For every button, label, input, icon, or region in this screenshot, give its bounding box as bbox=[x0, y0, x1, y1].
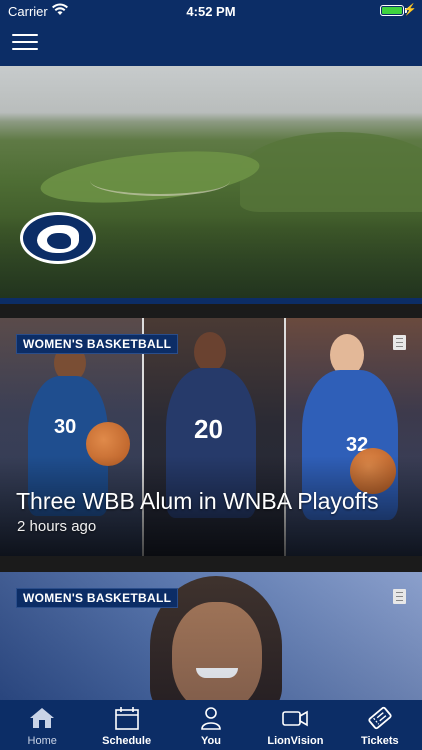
tab-home[interactable]: Home bbox=[0, 700, 84, 750]
tab-you[interactable]: You bbox=[169, 700, 253, 750]
hero-divider bbox=[0, 298, 422, 304]
article-icon bbox=[393, 335, 406, 350]
tab-lionvision[interactable]: LionVision bbox=[253, 700, 337, 750]
news-card[interactable]: WOMEN'S BASKETBALL bbox=[0, 572, 422, 700]
hamburger-menu-icon[interactable] bbox=[12, 34, 38, 54]
charging-icon: ⚡ bbox=[403, 4, 417, 16]
tab-tickets[interactable]: Tickets bbox=[338, 700, 422, 750]
nittany-lion-logo bbox=[20, 212, 96, 264]
article-icon bbox=[393, 589, 406, 604]
category-tag: WOMEN'S BASKETBALL bbox=[16, 588, 179, 608]
category-tag: WOMEN'S BASKETBALL bbox=[16, 334, 179, 354]
calendar-icon bbox=[114, 707, 139, 730]
person-icon bbox=[201, 707, 221, 730]
ticket-icon bbox=[368, 706, 392, 730]
battery-icon bbox=[380, 5, 404, 16]
nav-bar bbox=[0, 22, 422, 66]
headline: Three WBB Alum in WNBA Playoffs bbox=[16, 488, 379, 514]
home-icon bbox=[30, 708, 55, 728]
timestamp: 2 hours ago bbox=[17, 518, 97, 535]
tab-schedule[interactable]: Schedule bbox=[84, 700, 168, 750]
app-screen: Carrier 4:52 PM ⚡ 30 20 32 WOMEN'S BASKE… bbox=[0, 0, 422, 750]
news-card[interactable]: 30 20 32 WOMEN'S BASKETBALL Three WBB Al… bbox=[0, 318, 422, 556]
clock: 4:52 PM bbox=[186, 4, 236, 19]
hero-image[interactable] bbox=[0, 66, 422, 298]
status-bar: Carrier 4:52 PM ⚡ bbox=[0, 0, 422, 22]
video-camera-icon bbox=[282, 710, 309, 727]
tab-bar: Home Schedule You LionVision Tickets bbox=[0, 700, 422, 750]
